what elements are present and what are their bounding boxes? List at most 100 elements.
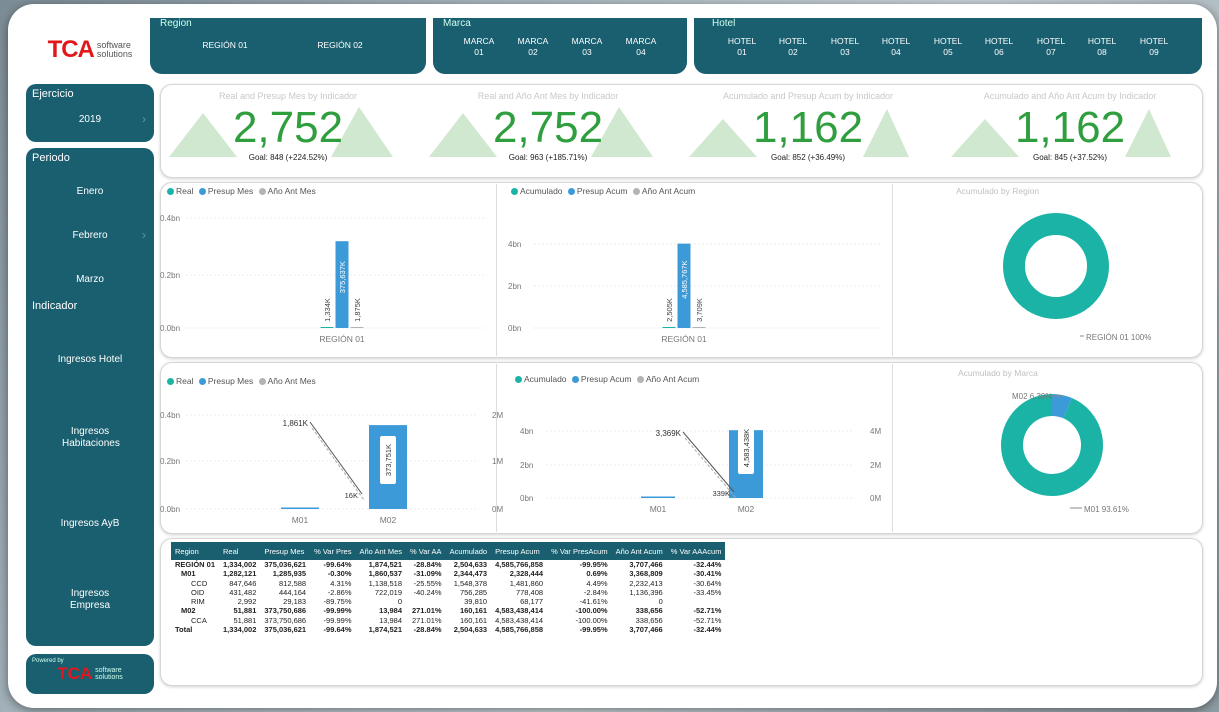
table-cell: 0.69% — [586, 569, 608, 579]
table-cell: 271.01% — [411, 615, 442, 625]
table-cell: CCD — [191, 578, 208, 588]
table-cell: 1,481,860 — [509, 578, 544, 588]
table-row[interactable]: OID 431,482 444,164 -2.86% 722,019 -40.24% 756… — [171, 588, 725, 597]
table-cell: 0 — [658, 597, 663, 607]
table-cell: 51,881 — [233, 606, 257, 616]
donut-data-label: M01 93.61% — [1084, 505, 1129, 514]
table-cell: -2.86% — [327, 587, 352, 597]
y-tick-label: 2bn — [508, 282, 521, 291]
report-frame: TCA software solutions Ejercicio 2019 › P… — [8, 4, 1217, 708]
table-cell: 4,585,766,858 — [495, 560, 544, 569]
table-row[interactable]: RIM 2,992 29,183 -89.75% 0 39,810 68,177 -41.61… — [171, 597, 725, 606]
table-header-cell[interactable]: Real — [219, 542, 261, 560]
table-cell: 3,707,466 — [629, 625, 663, 635]
table-cell: -40.24% — [413, 587, 442, 597]
x-tick-label: REGIÓN 01 — [661, 334, 707, 344]
y2-tick-label: 0M — [870, 494, 881, 503]
y-tick-label: 0bn — [508, 324, 521, 333]
table-cell: -100.00% — [575, 615, 608, 625]
table-row[interactable]: M02 51,881 373,750,686 -99.99% 13,984 271.01%… — [171, 606, 725, 615]
table-header-cell[interactable]: % Var AAAcum — [666, 542, 726, 560]
table-cell: 2,344,473 — [453, 569, 488, 579]
table-cell: 373,750,686 — [264, 606, 307, 616]
table-cell: 444,164 — [278, 587, 307, 597]
table-cell: 13,984 — [379, 606, 403, 616]
table-cell: -2.84% — [583, 587, 608, 597]
table-header-cell[interactable]: % Var AA — [406, 542, 446, 560]
donut-data-label: REGIÓN 01 100% — [1086, 333, 1151, 342]
x-tick-label: M01 — [650, 504, 667, 514]
table-header-cell[interactable]: Presup Mes — [260, 542, 311, 560]
table-cell: M02 — [181, 606, 196, 616]
donut-slice-m01 — [1001, 394, 1103, 496]
table-cell: OID — [191, 587, 205, 597]
bar-año-ant-mes — [350, 327, 364, 328]
table-cell: 778,408 — [515, 587, 544, 597]
table-row[interactable]: Total 1,334,002 375,036,621 -99.64% 1,874,52… — [171, 625, 725, 634]
y-tick-label: 0.0bn — [160, 505, 180, 514]
table-row[interactable]: CCA 51,881 373,750,686 -99.99% 13,984 271.01%… — [171, 616, 725, 625]
table-header-cell[interactable]: Año Ant Acum — [611, 542, 667, 560]
table-cell: -30.64% — [693, 578, 722, 588]
donut-data-label: M02 6.39% — [1012, 392, 1052, 401]
table-cell: 13,984 — [379, 615, 403, 625]
table-cell: 373,750,686 — [264, 615, 307, 625]
table-cell: 271.01% — [411, 606, 442, 616]
table-header-cell[interactable]: % Var Pres — [310, 542, 356, 560]
table-row[interactable]: M01 1,282,121 1,285,935 -0.30% 1,860,537 -31.… — [171, 569, 725, 578]
bar-data-label: 1,334K — [323, 298, 332, 322]
table-cell: 3,368,809 — [629, 569, 663, 579]
table-cell: -25.55% — [413, 578, 442, 588]
table-cell: -99.64% — [323, 625, 352, 635]
table-cell: 160,161 — [459, 606, 488, 616]
y-tick-label: 0.4bn — [160, 214, 180, 223]
table-cell — [667, 597, 726, 606]
table-header-cell[interactable]: Presup Acum — [491, 542, 548, 560]
table-cell: -99.95% — [579, 560, 608, 569]
table-cell: -0.30% — [327, 569, 352, 579]
table-cell: -52.71% — [693, 606, 722, 616]
table-cell: 4,583,438,414 — [495, 606, 544, 616]
table-cell: 756,285 — [459, 587, 488, 597]
table-cell: 847,646 — [229, 578, 257, 588]
table-cell: 1,138,518 — [368, 578, 403, 588]
y-tick-label: 0bn — [520, 494, 533, 503]
table-cell: -99.99% — [323, 615, 352, 625]
table-cell: REGIÓN 01 — [175, 560, 216, 569]
table-cell: 1,874,521 — [368, 625, 403, 635]
y-tick-label: 0.2bn — [160, 271, 180, 280]
table-cell: M01 — [181, 569, 196, 579]
table-cell: 51,881 — [233, 615, 257, 625]
table-cell: 338,656 — [635, 606, 663, 616]
bar-data-label: 373,751K — [384, 444, 393, 476]
table-cell: 2,504,633 — [453, 560, 488, 569]
table-cell: 1,285,935 — [272, 569, 307, 579]
bar-real — [320, 327, 334, 328]
table-cell: 160,161 — [459, 615, 488, 625]
table-cell: -32.44% — [693, 625, 722, 635]
table-row[interactable]: CCD 847,646 812,588 4.31% 1,138,518 -25.55% 1,… — [171, 579, 725, 588]
bar-acumulado — [662, 327, 676, 328]
line-series — [309, 421, 363, 495]
table-cell: -89.75% — [323, 597, 352, 607]
line-series — [682, 431, 735, 493]
table-cell: 1,860,537 — [368, 569, 403, 579]
table-header-cell[interactable]: Region — [171, 542, 220, 560]
table-header-cell[interactable]: Acumulado — [445, 542, 492, 560]
table-cell: 1,334,002 — [223, 625, 257, 635]
table-cell: 1,282,121 — [223, 569, 257, 579]
table-row[interactable]: REGIÓN 01 1,334,002 375,036,621 -99.64% 1,87… — [171, 560, 725, 569]
line-data-label: 1,861K — [283, 419, 309, 428]
table-cell: -99.99% — [323, 606, 352, 616]
table-cell: 375,036,621 — [264, 560, 307, 569]
table-cell: 4,583,438,414 — [495, 615, 544, 625]
y2-tick-label: 1M — [492, 457, 503, 466]
table-cell: -99.95% — [579, 625, 608, 635]
bar-año-ant-acum — [692, 327, 706, 328]
table-header-cell[interactable]: Año Ant Mes — [355, 542, 407, 560]
table-cell: -31.09% — [413, 569, 442, 579]
table-cell: -28.84% — [413, 560, 442, 569]
table-cell: 4.31% — [330, 578, 352, 588]
x-tick-label: M01 — [292, 515, 309, 525]
table-header-cell[interactable]: % Var PresAcum — [547, 542, 612, 560]
